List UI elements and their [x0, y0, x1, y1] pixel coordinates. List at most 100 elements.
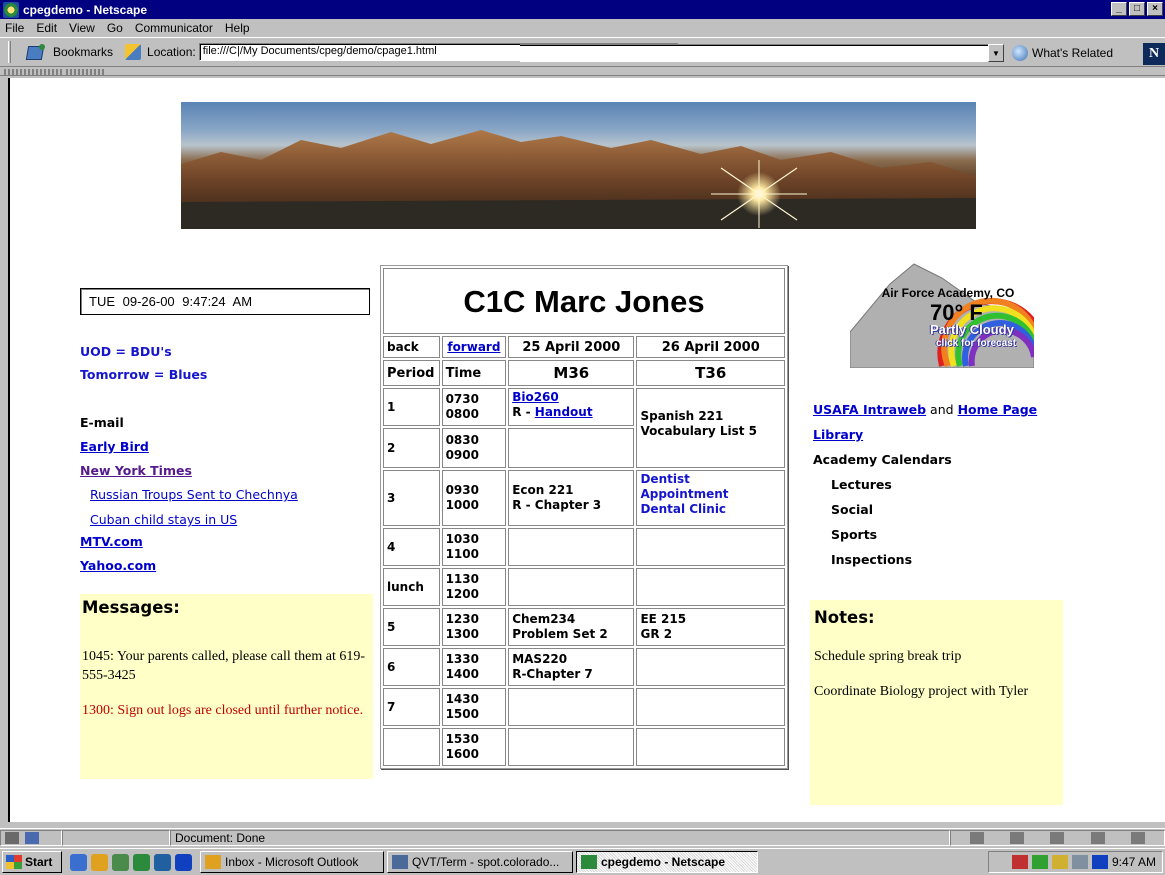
- desktop-icon[interactable]: [112, 853, 129, 871]
- period-cell: 1: [383, 388, 440, 426]
- start-button[interactable]: Start: [2, 851, 62, 873]
- time-cell: 0730 0800: [441, 388, 507, 426]
- url-input-extent[interactable]: [520, 44, 988, 62]
- class-cell: [508, 528, 635, 566]
- component-bar: [950, 829, 1165, 846]
- sports-link[interactable]: Sports: [831, 527, 877, 542]
- status-text: Document: Done: [170, 829, 950, 846]
- bookmarks-icon[interactable]: [27, 44, 47, 60]
- weather-forecast-link[interactable]: click for forecast: [936, 338, 1016, 349]
- netscape-logo-icon[interactable]: N: [1143, 43, 1165, 65]
- yahoo-link[interactable]: Yahoo.com: [80, 558, 156, 573]
- mail-icon[interactable]: [1010, 831, 1025, 844]
- mtv-link[interactable]: MTV.com: [80, 534, 143, 549]
- task-qvt-term[interactable]: QVT/Term - spot.colorado...: [387, 851, 573, 873]
- restore-button[interactable]: □: [1129, 2, 1145, 16]
- library-link[interactable]: Library: [813, 427, 863, 442]
- weather-widget[interactable]: Air Force Academy, CO 70° F Partly Cloud…: [849, 262, 1037, 369]
- collapsed-toolbar-tabs: [0, 68, 1165, 76]
- class-cell: [636, 528, 785, 566]
- outlook-icon[interactable]: [91, 853, 108, 871]
- netscape-app-icon[interactable]: [3, 1, 19, 18]
- home-page-link[interactable]: Home Page: [958, 402, 1038, 417]
- forward-link[interactable]: forward: [441, 336, 507, 358]
- note-item: Coordinate Biology project with Tyler: [814, 684, 1029, 699]
- menu-go[interactable]: Go: [106, 21, 124, 35]
- composer-icon[interactable]: [1130, 831, 1145, 844]
- nyt-story-link-1[interactable]: Russian Troups Sent to Chechnya: [90, 487, 298, 502]
- whats-related-icon: [1012, 45, 1028, 61]
- whats-related-label: What's Related: [1032, 46, 1113, 60]
- date-header-1: 25 April 2000: [508, 336, 635, 358]
- windows-taskbar: Start Inbox - Microsoft Outlook QVT/Term…: [0, 848, 1165, 875]
- messages-panel: Messages: 1045: Your parents called, ple…: [80, 594, 373, 779]
- location-page-icon[interactable]: [125, 44, 142, 60]
- bookmarks-button[interactable]: Bookmarks: [53, 45, 113, 59]
- lectures-link[interactable]: Lectures: [831, 477, 892, 492]
- early-bird-link[interactable]: Early Bird: [80, 439, 149, 454]
- menu-edit[interactable]: Edit: [35, 21, 58, 35]
- weather-condition: Partly Cloudy: [930, 322, 1014, 337]
- netscape-icon[interactable]: [133, 853, 150, 871]
- message-item-alert: 1300: Sign out logs are closed until fur…: [82, 703, 364, 718]
- toolbar-grip[interactable]: [8, 41, 11, 63]
- system-tray: 9:47 AM: [988, 851, 1163, 873]
- tray-icon[interactable]: [1031, 855, 1048, 869]
- collapsed-toolbar-tab[interactable]: [4, 69, 62, 75]
- task-outlook[interactable]: Inbox - Microsoft Outlook: [200, 851, 384, 873]
- day-header-1: M36: [508, 360, 635, 386]
- lock-icon[interactable]: [5, 831, 19, 844]
- time-cell: 1130 1200: [441, 568, 507, 606]
- navigator-icon[interactable]: [970, 831, 985, 844]
- nyt-story-link-2[interactable]: Cuban child stays in US: [90, 512, 237, 527]
- back-link[interactable]: back: [383, 336, 440, 358]
- uod-notice: UOD = BDU's: [80, 344, 172, 359]
- channels-icon[interactable]: [154, 853, 171, 871]
- tray-icon[interactable]: [1051, 855, 1068, 869]
- class-cell: Spanish 221 Vocabulary List 5: [636, 388, 785, 468]
- day-header-2: T36: [636, 360, 785, 386]
- newsgroups-icon[interactable]: [1050, 831, 1065, 844]
- title-bar: cpegdemo - Netscape _ □ ×: [0, 0, 1165, 19]
- window-title: cpegdemo - Netscape: [23, 2, 148, 17]
- menu-communicator[interactable]: Communicator: [134, 21, 214, 35]
- time-cell: 0830 0900: [441, 428, 507, 468]
- collapsed-toolbar-tab[interactable]: [66, 69, 106, 75]
- date-time-display: TUE 09-26-00 9:47:24 AM: [80, 288, 370, 315]
- menu-view[interactable]: View: [68, 21, 96, 35]
- menu-bar: File Edit View Go Communicator Help: [0, 19, 1165, 37]
- messenger-icon[interactable]: [175, 853, 192, 871]
- whats-related-button[interactable]: What's Related: [1012, 45, 1113, 61]
- security-status[interactable]: [0, 829, 62, 846]
- academy-calendars-label: Academy Calendars: [813, 452, 952, 467]
- usafa-intraweb-link[interactable]: USAFA Intraweb: [813, 402, 926, 417]
- class-cell: [508, 728, 635, 766]
- social-link[interactable]: Social: [831, 502, 873, 517]
- messenger-tray-icon[interactable]: [1091, 855, 1108, 869]
- dentist-appointment-link[interactable]: Dentist Appointment Dental Clinic: [636, 470, 785, 526]
- class-cell: [508, 428, 635, 468]
- period-cell: 2: [383, 428, 440, 468]
- bio260-link[interactable]: Bio260: [512, 390, 559, 404]
- ie-icon[interactable]: [70, 853, 87, 871]
- cadet-name: C1C Marc Jones: [383, 268, 785, 334]
- nyt-link[interactable]: New York Times: [80, 463, 192, 478]
- menu-help[interactable]: Help: [224, 21, 251, 35]
- status-bar: Document: Done: [0, 828, 1165, 846]
- clock: 9:47 AM: [1111, 855, 1156, 869]
- period-cell: 6: [383, 648, 440, 686]
- url-dropdown-button[interactable]: ▼: [988, 44, 1004, 62]
- progress-segment: [62, 829, 170, 846]
- minimize-button[interactable]: _: [1111, 2, 1127, 16]
- menu-file[interactable]: File: [4, 21, 25, 35]
- message-item: 1045: Your parents called, please call t…: [82, 649, 366, 683]
- handout-link[interactable]: Handout: [535, 405, 593, 419]
- address-book-icon[interactable]: [1090, 831, 1105, 844]
- inspections-link[interactable]: Inspections: [831, 552, 912, 567]
- tray-icon[interactable]: [1011, 855, 1028, 869]
- task-netscape[interactable]: cpegdemo - Netscape: [576, 851, 758, 873]
- volume-icon[interactable]: [1071, 855, 1088, 869]
- class-cell: [636, 728, 785, 766]
- schedule-table: C1C Marc Jones back forward 25 April 200…: [380, 265, 788, 769]
- close-button[interactable]: ×: [1147, 2, 1163, 16]
